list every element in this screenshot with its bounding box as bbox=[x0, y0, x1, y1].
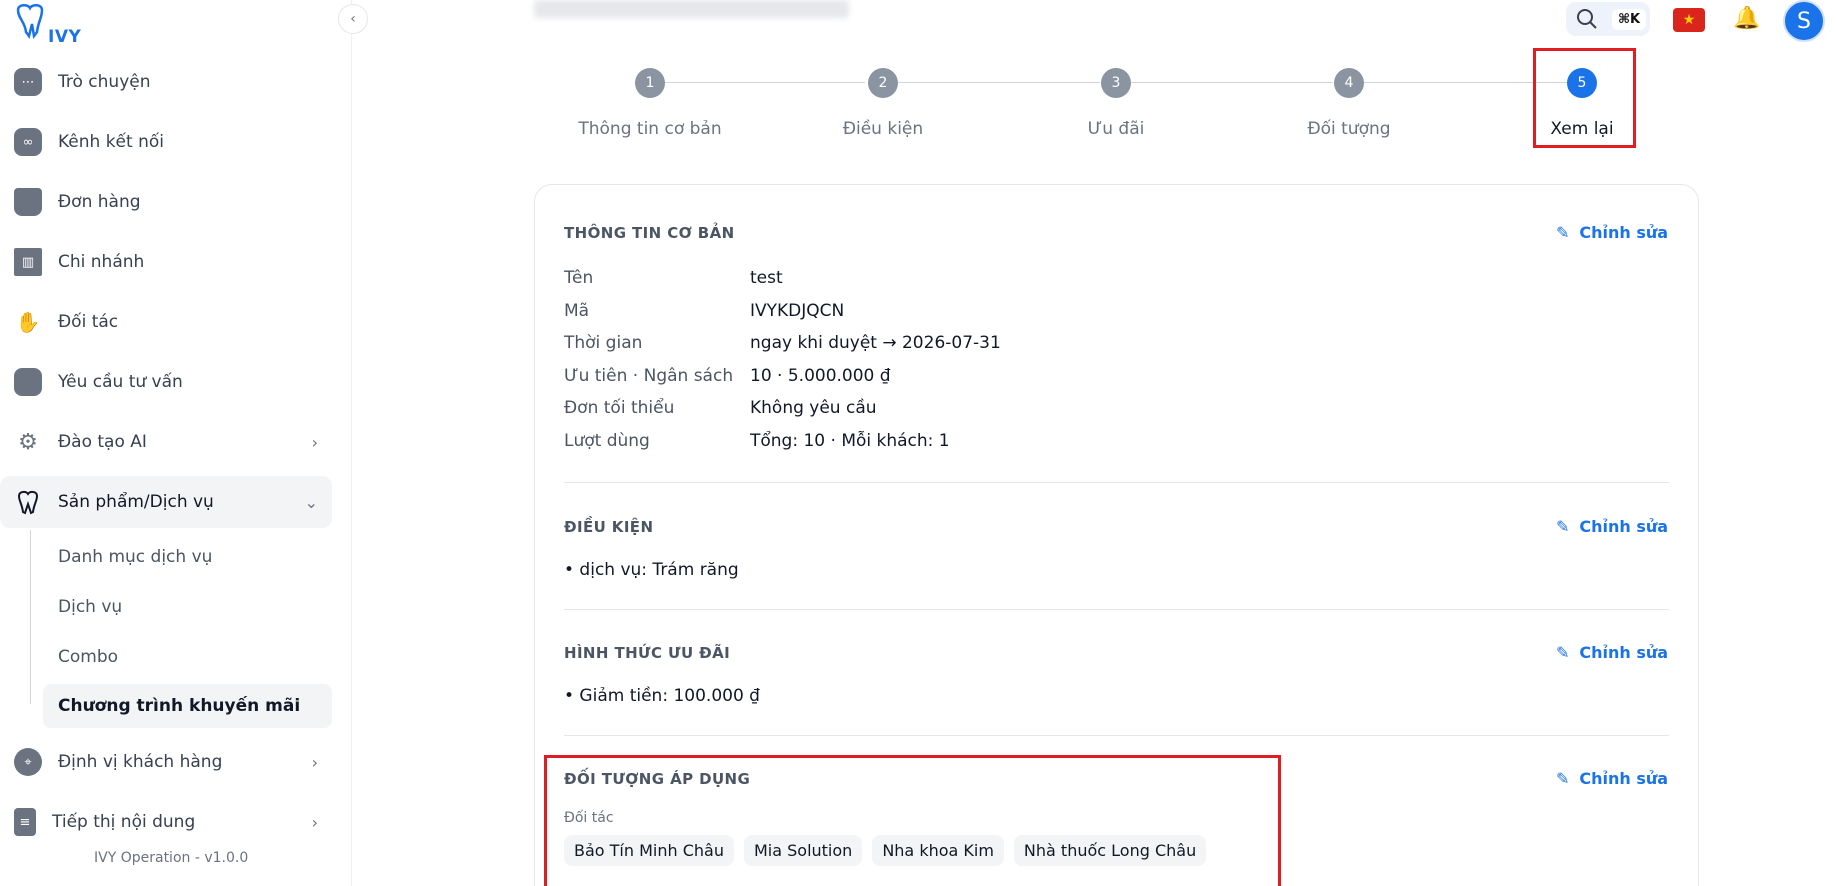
subitem-combo[interactable]: Combo bbox=[43, 635, 332, 679]
sidebar-item-label: Trò chuyện bbox=[58, 72, 151, 92]
step-connector bbox=[665, 82, 865, 83]
sidebar-item-label: Đối tác bbox=[58, 312, 119, 332]
field-label: Đơn tối thiểu bbox=[564, 398, 675, 418]
pencil-icon: ✎ bbox=[1556, 517, 1570, 536]
sidebar-item-customer-targeting[interactable]: ⌖ Định vị khách hàng › bbox=[0, 736, 332, 788]
edit-basic-button[interactable]: ✎ Chỉnh sửa bbox=[1556, 223, 1668, 242]
highlight-box-targets bbox=[544, 755, 1281, 886]
logo-text: IVY bbox=[48, 27, 82, 47]
chevron-left-icon: ‹ bbox=[350, 11, 356, 27]
pencil-icon: ✎ bbox=[1556, 769, 1570, 788]
chevron-right-icon: › bbox=[311, 432, 318, 452]
section-title-offer: HÌNH THỨC ƯU ĐÃI bbox=[564, 644, 731, 662]
step-4[interactable]: 4 bbox=[1334, 68, 1364, 98]
field-value: IVYKDJQCN bbox=[750, 301, 845, 321]
field-label: Lượt dùng bbox=[564, 431, 650, 451]
sidebar-item-channels[interactable]: ∞ Kênh kết nối bbox=[0, 116, 332, 168]
inbox-icon bbox=[14, 368, 42, 396]
sidebar-item-label: Yêu cầu tư vấn bbox=[58, 372, 183, 392]
step-2[interactable]: 2 bbox=[868, 68, 898, 98]
edit-label: Chỉnh sửa bbox=[1579, 223, 1669, 242]
field-value: test bbox=[750, 268, 783, 288]
field-label: Tên bbox=[564, 268, 594, 288]
collapse-sidebar-button[interactable]: ‹ bbox=[338, 4, 368, 34]
vietnam-flag-icon[interactable]: ★ bbox=[1673, 8, 1705, 32]
sidebar-item-label: Chi nhánh bbox=[58, 252, 145, 272]
search-button[interactable]: ⌘K bbox=[1566, 2, 1650, 36]
section-title-conditions: ĐIỀU KIỆN bbox=[564, 518, 654, 536]
chip-icon: ⚙ bbox=[18, 429, 38, 455]
building-icon: ▥ bbox=[14, 248, 42, 276]
target-icon: ⌖ bbox=[14, 748, 42, 776]
edit-conditions-button[interactable]: ✎ Chỉnh sửa bbox=[1556, 517, 1668, 536]
step-1[interactable]: 1 bbox=[635, 68, 665, 98]
section-divider bbox=[564, 482, 1669, 483]
sidebar: IVY ⋯ Trò chuyện ∞ Kênh kết nối Đơn hàng… bbox=[0, 0, 352, 886]
field-label: Thời gian bbox=[564, 333, 643, 353]
step-label: Điều kiện bbox=[842, 119, 924, 139]
chat-icon: ⋯ bbox=[14, 68, 42, 96]
section-divider bbox=[564, 735, 1669, 736]
step-label: Thông tin cơ bản bbox=[578, 119, 722, 139]
edit-offer-button[interactable]: ✎ Chỉnh sửa bbox=[1556, 643, 1668, 662]
shortcut-badge: ⌘K bbox=[1612, 8, 1647, 30]
field-label: Ưu tiên · Ngân sách bbox=[564, 366, 734, 386]
sidebar-item-content-marketing[interactable]: ≡ Tiếp thị nội dung › bbox=[0, 796, 332, 848]
sidebar-item-label: Kênh kết nối bbox=[58, 132, 164, 152]
sidebar-item-label: Sản phẩm/Dịch vụ bbox=[58, 492, 214, 512]
field-value: Tổng: 10 · Mỗi khách: 1 bbox=[750, 431, 950, 451]
step-label: Ưu đãi bbox=[1087, 119, 1145, 139]
subitem-promotions[interactable]: Chương trình khuyến mãi bbox=[43, 684, 332, 728]
field-value: 10 · 5.000.000 ₫ bbox=[750, 366, 891, 386]
highlight-box-step-5 bbox=[1533, 48, 1636, 148]
offer-item: • Giảm tiền: 100.000 ₫ bbox=[564, 686, 760, 706]
edit-label: Chỉnh sửa bbox=[1579, 769, 1669, 788]
link-icon: ∞ bbox=[14, 128, 42, 156]
avatar[interactable]: S bbox=[1783, 0, 1825, 42]
sidebar-item-partners[interactable]: ✋ Đối tác bbox=[0, 296, 332, 348]
chevron-right-icon: › bbox=[311, 812, 318, 832]
condition-item: • dịch vụ: Trám răng bbox=[564, 560, 739, 580]
subitem-service-categories[interactable]: Danh mục dịch vụ bbox=[43, 535, 332, 579]
sidebar-item-orders[interactable]: Đơn hàng bbox=[0, 176, 332, 228]
edit-targets-button[interactable]: ✎ Chỉnh sửa bbox=[1556, 769, 1668, 788]
pencil-icon: ✎ bbox=[1556, 643, 1570, 662]
search-icon bbox=[1577, 9, 1597, 29]
submenu-line bbox=[30, 530, 31, 704]
tooth-icon bbox=[14, 488, 42, 516]
document-icon: ≡ bbox=[14, 808, 36, 836]
sidebar-item-label: Đào tạo AI bbox=[58, 432, 147, 452]
logo[interactable]: IVY bbox=[12, 2, 81, 47]
section-title-basic: THÔNG TIN CƠ BẢN bbox=[564, 224, 735, 242]
step-connector bbox=[898, 82, 1100, 83]
chevron-down-icon: ⌄ bbox=[304, 492, 318, 512]
edit-label: Chỉnh sửa bbox=[1579, 643, 1669, 662]
bag-icon bbox=[14, 188, 42, 216]
section-divider bbox=[564, 609, 1669, 610]
sidebar-item-consult-requests[interactable]: Yêu cầu tư vấn bbox=[0, 356, 332, 408]
sidebar-item-label: Tiếp thị nội dung bbox=[52, 812, 196, 832]
app-version: IVY Operation - v1.0.0 bbox=[94, 850, 249, 866]
sidebar-item-products-services[interactable]: Sản phẩm/Dịch vụ ⌄ bbox=[0, 476, 332, 528]
sidebar-item-chat[interactable]: ⋯ Trò chuyện bbox=[0, 56, 332, 108]
field-label: Mã bbox=[564, 301, 590, 321]
field-value: ngay khi duyệt → 2026-07-31 bbox=[750, 333, 1001, 353]
tooth-logo-icon bbox=[16, 4, 44, 40]
sidebar-item-label: Đơn hàng bbox=[58, 192, 141, 212]
step-3[interactable]: 3 bbox=[1101, 68, 1131, 98]
blurred-page-title bbox=[534, 0, 849, 18]
pencil-icon: ✎ bbox=[1556, 223, 1570, 242]
step-connector bbox=[1131, 82, 1333, 83]
edit-label: Chỉnh sửa bbox=[1579, 517, 1669, 536]
sidebar-item-label: Định vị khách hàng bbox=[58, 752, 223, 772]
sidebar-item-branches[interactable]: ▥ Chi nhánh bbox=[0, 236, 332, 288]
subitem-services[interactable]: Dịch vụ bbox=[43, 585, 332, 629]
handshake-icon: ✋ bbox=[15, 310, 41, 334]
bell-icon[interactable]: 🔔 bbox=[1733, 6, 1760, 31]
chevron-right-icon: › bbox=[311, 752, 318, 772]
step-label: Đối tượng bbox=[1307, 119, 1391, 139]
field-value: Không yêu cầu bbox=[750, 398, 877, 418]
sidebar-item-ai-training[interactable]: ⚙ Đào tạo AI › bbox=[0, 416, 332, 468]
